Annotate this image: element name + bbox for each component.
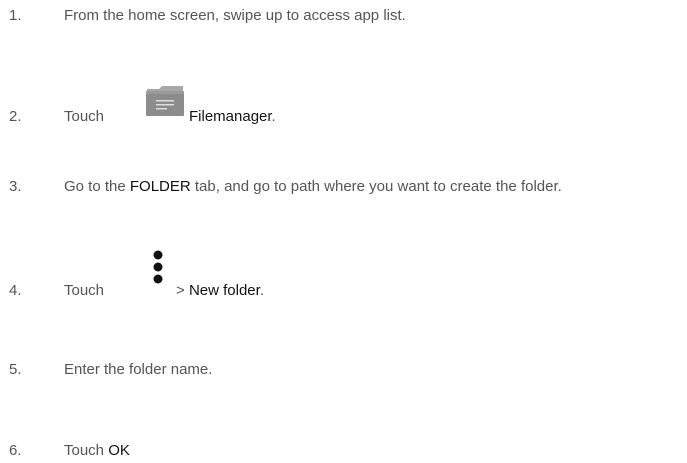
folder-icon	[145, 83, 185, 121]
step-number: 3.	[9, 178, 22, 195]
step-text-before: Go to the	[64, 178, 130, 195]
step-text-target: > New folder.	[176, 279, 264, 303]
step-text-after: tab, and go to path where you want to cr…	[190, 178, 562, 195]
step-number: 4.	[9, 282, 22, 299]
step-text: Touch	[64, 105, 104, 129]
step-6: 6. Touch OK	[0, 439, 687, 463]
step-number: 2.	[9, 108, 22, 125]
instruction-page: { "steps": [ { "number": "1.", "text": "…	[0, 0, 687, 463]
step-punctuation: .	[259, 282, 264, 299]
step-1: 1. From the home screen, swipe up to acc…	[0, 4, 687, 28]
filemanager-label: Filemanager	[189, 108, 272, 125]
step-number: 5.	[9, 361, 22, 378]
folder-tab-label: FOLDER	[129, 178, 191, 195]
step-label-touch: Touch	[64, 442, 109, 459]
new-folder-label: New folder	[188, 282, 260, 299]
step-5: 5. Enter the folder name.	[0, 358, 687, 382]
step-text: From the home screen, swipe up to access…	[64, 7, 406, 24]
step-text-target: Filemanager.	[189, 105, 276, 129]
more-options-icon	[152, 250, 164, 292]
ok-label: OK	[108, 442, 130, 459]
step-2: 2. Touch Filemanager.	[0, 86, 687, 129]
step-text: Touch	[64, 279, 104, 303]
step-number: 6.	[9, 442, 22, 459]
step-3: 3. Go to the FOLDER tab, and go to path …	[0, 175, 687, 199]
step-text: Touch OK	[64, 439, 130, 463]
step-text: Enter the folder name.	[64, 361, 213, 378]
step-separator: >	[176, 282, 189, 299]
step-label-touch: Touch	[64, 282, 105, 299]
step-number: 1.	[9, 7, 22, 24]
step-punctuation: .	[271, 108, 276, 125]
step-label-touch: Touch	[64, 108, 105, 125]
step-text: Go to the FOLDER tab, and go to path whe…	[64, 175, 562, 199]
step-4: 4. Touch > New folder.	[0, 250, 687, 303]
